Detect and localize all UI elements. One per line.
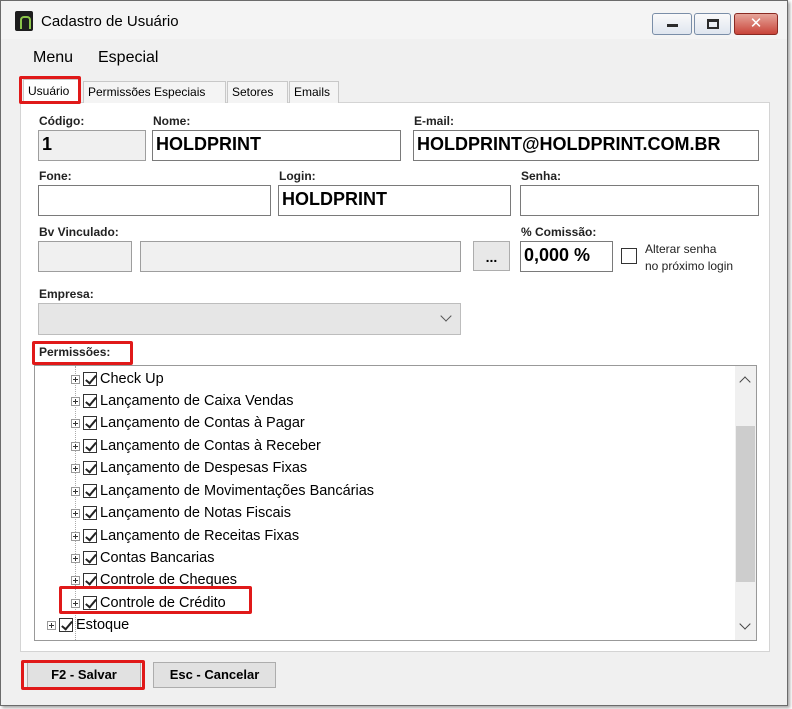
- alterar-senha-checkbox[interactable]: [621, 248, 637, 264]
- expand-icon[interactable]: [71, 575, 80, 585]
- menu-item-menu[interactable]: Menu: [33, 49, 73, 67]
- tree-item-label: Controle de Cheques: [100, 572, 238, 588]
- tree-item[interactable]: Lançamento de Receitas Fixas: [71, 525, 299, 547]
- tree-item-label: Lançamento de Contas à Receber: [100, 438, 321, 454]
- tree-item-label: Lançamento de Contas à Pagar: [100, 415, 305, 431]
- checkbox-icon[interactable]: [83, 506, 97, 520]
- tab-setores[interactable]: Setores: [227, 81, 288, 103]
- login-label: Login:: [279, 169, 316, 183]
- tree-item[interactable]: Estoque: [47, 614, 129, 636]
- permissions-tree[interactable]: Check Up Lançamento de Caixa Vendas Lanç…: [34, 365, 757, 641]
- tree-item[interactable]: Lançamento de Movimentações Bancárias: [71, 480, 374, 502]
- bv-vinculado-label: Bv Vinculado:: [39, 225, 119, 239]
- tree-item[interactable]: Lançamento de Contas à Receber: [71, 435, 321, 457]
- alterar-senha-line1: Alterar senha: [645, 242, 717, 256]
- empresa-label: Empresa:: [39, 287, 94, 301]
- codigo-field[interactable]: 1: [38, 130, 146, 161]
- bv-code-field[interactable]: [38, 241, 132, 272]
- menu-item-especial[interactable]: Especial: [98, 49, 158, 67]
- tree-item-label: Lançamento de Receitas Fixas: [100, 528, 300, 544]
- expand-icon[interactable]: [71, 396, 80, 406]
- tree-item[interactable]: Controle de Crédito: [71, 592, 226, 614]
- checkbox-icon[interactable]: [83, 416, 97, 430]
- expand-icon[interactable]: [71, 374, 80, 384]
- scroll-thumb[interactable]: [736, 426, 755, 582]
- close-icon: ✕: [749, 15, 763, 32]
- tree-item[interactable]: Lançamento de Notas Fiscais: [71, 502, 291, 524]
- checkbox-icon[interactable]: [83, 573, 97, 587]
- expand-icon[interactable]: [47, 620, 56, 630]
- permissoes-label: Permissões:: [39, 345, 111, 359]
- expand-icon[interactable]: [71, 463, 80, 473]
- chevron-down-icon: [440, 310, 452, 322]
- email-field[interactable]: HOLDPRINT@HOLDPRINT.COM.BR: [413, 130, 759, 161]
- email-label: E-mail:: [414, 114, 455, 128]
- window-title: Cadastro de Usuário: [41, 13, 179, 30]
- tree-item-label: Controle de Crédito: [100, 595, 226, 611]
- user-registration-window: Cadastro de Usuário ✕ Menu Especial Usuá…: [0, 0, 788, 706]
- empresa-select[interactable]: [38, 303, 461, 335]
- expand-icon[interactable]: [71, 553, 80, 563]
- nome-field[interactable]: HOLDPRINT: [152, 130, 401, 161]
- tree-item-label: Estoque: [76, 617, 130, 633]
- tree-item-label: Contas Bancarias: [100, 550, 215, 566]
- tab-permissoes-especiais[interactable]: Permissões Especiais: [83, 81, 226, 103]
- tab-usuario[interactable]: Usuário: [23, 79, 80, 104]
- title-bar[interactable]: Cadastro de Usuário ✕: [1, 1, 787, 39]
- expand-icon[interactable]: [71, 441, 80, 451]
- scroll-up-icon[interactable]: [739, 376, 751, 388]
- tree-item[interactable]: Lançamento de Caixa Vendas: [71, 390, 293, 412]
- minimize-icon: [667, 24, 678, 27]
- tree-item[interactable]: Controle de Cheques: [71, 569, 237, 591]
- senha-label: Senha:: [521, 169, 562, 183]
- checkbox-icon[interactable]: [83, 372, 97, 386]
- checkbox-icon[interactable]: [83, 461, 97, 475]
- tree-item-label: Lançamento de Caixa Vendas: [100, 393, 294, 409]
- checkbox-icon[interactable]: [83, 394, 97, 408]
- expand-icon[interactable]: [71, 418, 80, 428]
- tree-item-label: Lançamento de Despesas Fixas: [100, 460, 308, 476]
- checkbox-icon[interactable]: [83, 596, 97, 610]
- comissao-label: % Comissão:: [521, 225, 597, 239]
- login-field[interactable]: HOLDPRINT: [278, 185, 511, 216]
- checkbox-icon[interactable]: [83, 551, 97, 565]
- expand-icon[interactable]: [71, 598, 80, 608]
- maximize-button[interactable]: [694, 13, 731, 35]
- tab-emails[interactable]: Emails: [289, 81, 339, 103]
- alterar-senha-line2: no próximo login: [645, 259, 734, 273]
- cancel-button[interactable]: Esc - Cancelar: [153, 662, 276, 688]
- bv-name-field[interactable]: [140, 241, 461, 272]
- tree-item[interactable]: Lançamento de Despesas Fixas: [71, 457, 307, 479]
- nome-label: Nome:: [153, 114, 191, 128]
- tree-item[interactable]: Contas Bancarias: [71, 547, 214, 569]
- checkbox-icon[interactable]: [83, 529, 97, 543]
- save-button[interactable]: F2 - Salvar: [27, 662, 141, 688]
- fone-label: Fone:: [39, 169, 72, 183]
- tree-scrollbar[interactable]: [735, 366, 756, 640]
- expand-icon[interactable]: [71, 508, 80, 518]
- alterar-senha-label: Alterar senha no próximo login: [645, 241, 733, 275]
- app-logo-icon: [15, 11, 33, 31]
- expand-icon[interactable]: [71, 486, 80, 496]
- bv-lookup-button[interactable]: ...: [473, 241, 510, 271]
- maximize-icon: [707, 19, 719, 29]
- scroll-down-icon[interactable]: [739, 618, 751, 630]
- codigo-label: Código:: [39, 114, 85, 128]
- checkbox-icon[interactable]: [59, 618, 73, 632]
- minimize-button[interactable]: [652, 13, 692, 35]
- expand-icon[interactable]: [71, 531, 80, 541]
- tree-item-label: Lançamento de Notas Fiscais: [100, 505, 292, 521]
- tree-item[interactable]: Lançamento de Contas à Pagar: [71, 412, 305, 434]
- checkbox-icon[interactable]: [83, 484, 97, 498]
- fone-field[interactable]: [38, 185, 271, 216]
- tree-item-label: Lançamento de Movimentações Bancárias: [100, 483, 375, 499]
- comissao-field[interactable]: 0,000 %: [520, 241, 613, 272]
- checkbox-icon[interactable]: [83, 439, 97, 453]
- tree-item[interactable]: Check Up: [71, 368, 164, 390]
- senha-field[interactable]: [520, 185, 759, 216]
- tree-item-label: Check Up: [100, 371, 164, 387]
- close-button[interactable]: ✕: [734, 13, 778, 35]
